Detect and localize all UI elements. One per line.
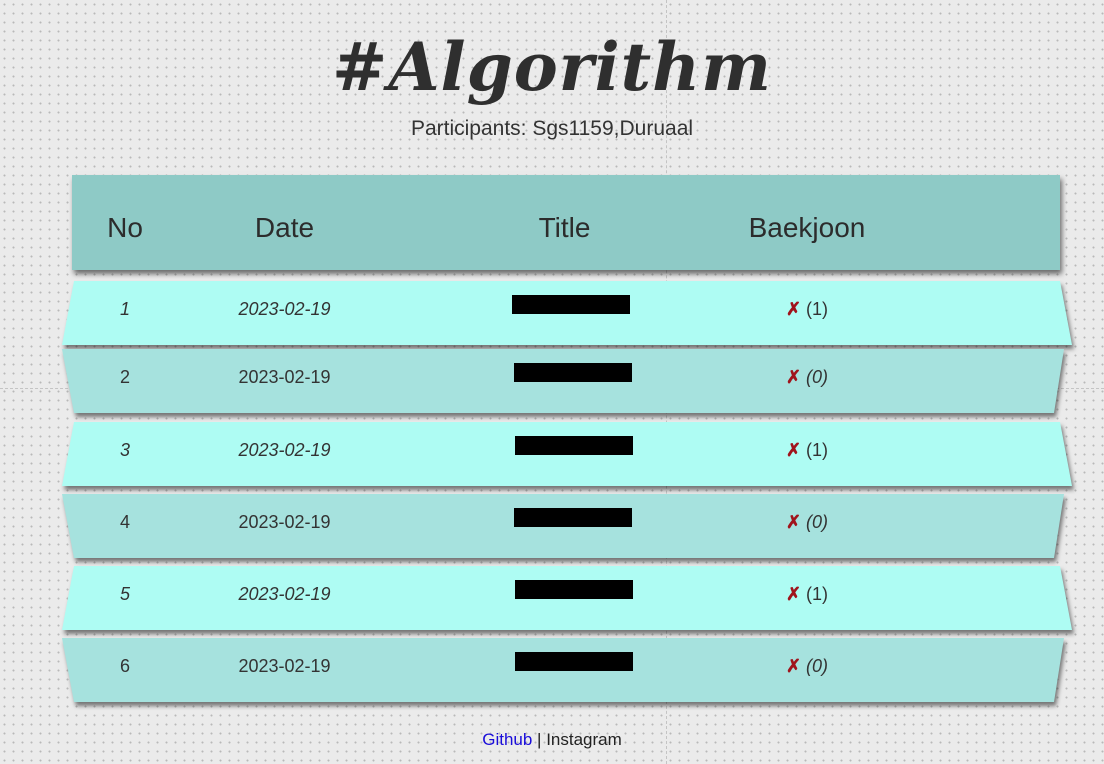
instagram-link[interactable]: Instagram — [546, 730, 622, 749]
table-header: No Date Title Baekjoon — [72, 175, 1060, 270]
row-number: 3 — [119, 440, 130, 460]
redacted-title — [515, 436, 633, 455]
cross-icon: ✗ — [785, 440, 802, 460]
header-no: No — [107, 212, 143, 243]
row-date: 2023-02-19 — [238, 440, 331, 460]
table-row: 5 2023-02-19 ✗ (1) — [62, 566, 1072, 634]
row-date: 2023-02-19 — [238, 512, 331, 532]
cross-icon: ✗ — [785, 367, 802, 387]
footer: Github | Instagram — [0, 730, 1104, 750]
redacted-title — [515, 652, 633, 671]
table-row: 2 2023-02-19 ✗ (0) — [62, 349, 1072, 417]
row-baekjoon: ✗ (1) — [712, 566, 902, 630]
header-date: Date — [254, 212, 315, 243]
row-number: 1 — [119, 299, 130, 319]
row-date: 2023-02-19 — [238, 299, 331, 319]
solve-count: (0) — [806, 656, 829, 676]
redacted-title — [514, 508, 632, 527]
table-row: 3 2023-02-19 ✗ (1) — [62, 422, 1072, 490]
solve-count: (1) — [806, 299, 829, 319]
redacted-title — [515, 580, 633, 599]
cross-icon: ✗ — [785, 512, 802, 532]
row-date: 2023-02-19 — [238, 584, 331, 604]
github-link[interactable]: Github — [482, 730, 532, 749]
cross-icon: ✗ — [785, 656, 802, 676]
row-baekjoon: ✗ (1) — [712, 281, 902, 345]
cross-icon: ✗ — [785, 299, 802, 319]
solve-count: (1) — [806, 440, 829, 460]
header-baekjoon: Baekjoon — [748, 212, 866, 243]
cross-icon: ✗ — [785, 584, 802, 604]
row-date: 2023-02-19 — [238, 367, 331, 387]
redacted-title — [514, 363, 632, 382]
row-baekjoon: ✗ (1) — [712, 422, 902, 486]
page-title: #Algorithm — [332, 28, 772, 106]
row-number: 5 — [119, 584, 130, 604]
solve-count: (0) — [806, 512, 829, 532]
row-number: 6 — [119, 656, 130, 676]
table-row: 6 2023-02-19 ✗ (0) — [62, 638, 1072, 706]
footer-separator: | — [532, 730, 547, 749]
table-row: 1 2023-02-19 ✗ (1) — [62, 281, 1072, 349]
row-baekjoon: ✗ (0) — [712, 349, 902, 413]
solve-count: (0) — [806, 367, 829, 387]
row-baekjoon: ✗ (0) — [712, 494, 902, 558]
row-number: 2 — [119, 367, 130, 387]
redacted-title — [512, 295, 630, 314]
participants-text: Participants: Sgs1159,Duruaal — [410, 117, 694, 140]
row-number: 4 — [119, 512, 130, 532]
solve-count: (1) — [806, 584, 829, 604]
row-baekjoon: ✗ (0) — [712, 638, 902, 702]
row-date: 2023-02-19 — [238, 656, 331, 676]
header-title: Title — [538, 212, 591, 243]
table-row: 4 2023-02-19 ✗ (0) — [62, 494, 1072, 562]
